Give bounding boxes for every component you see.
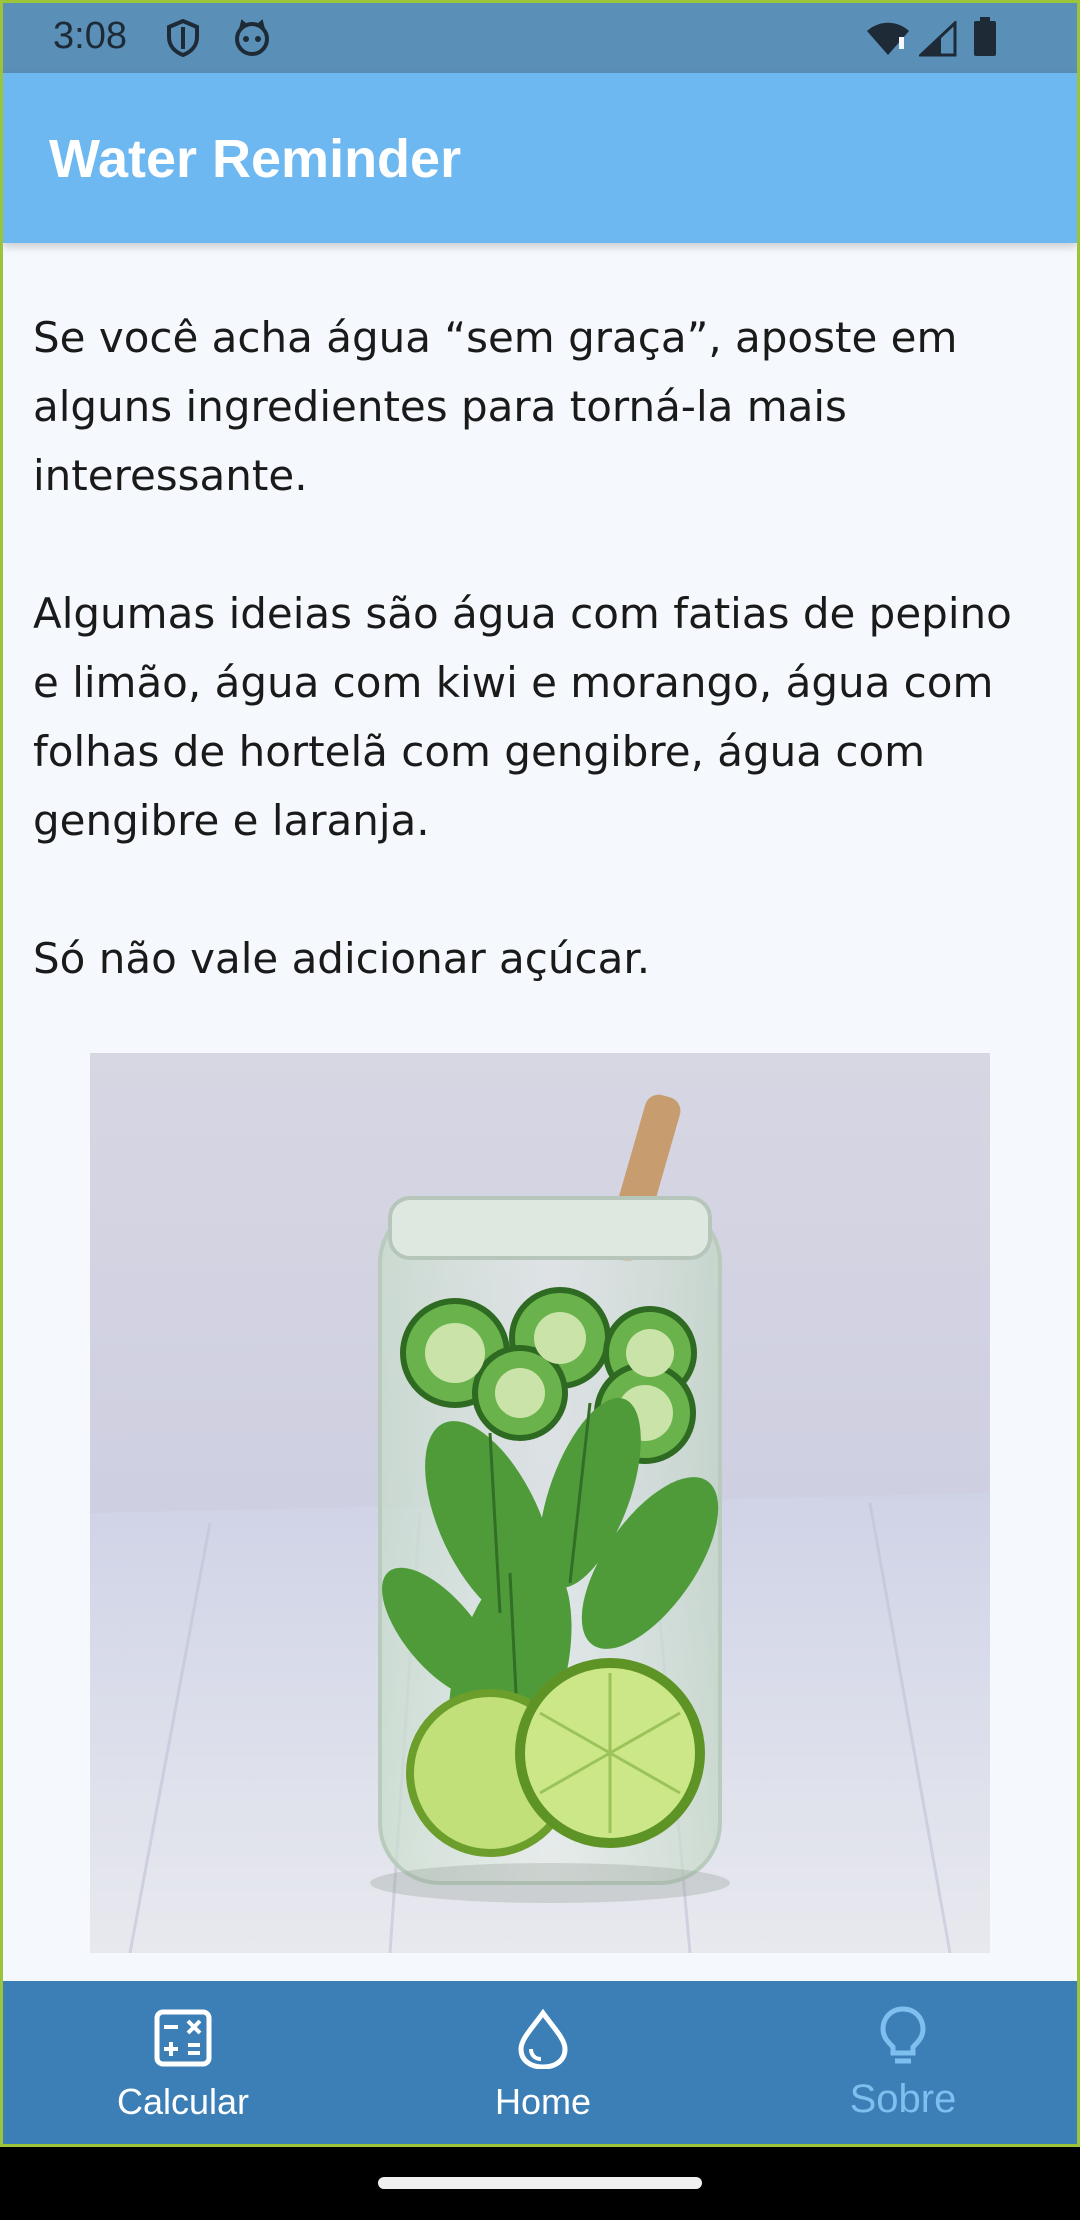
wifi-icon: [865, 21, 911, 61]
calculator-icon: [154, 2009, 212, 2071]
gesture-navigation-bar[interactable]: [378, 2177, 702, 2189]
shield-icon: [165, 18, 201, 61]
bottom-navigation: Calcular Home Sobre: [3, 1981, 1077, 2144]
cell-signal-icon: [917, 19, 957, 61]
nav-item-sobre[interactable]: Sobre: [723, 1981, 1077, 2144]
status-time: 3:08: [53, 15, 127, 57]
nav-label-sobre: Sobre: [849, 2077, 957, 2121]
water-drop-icon: [517, 2008, 569, 2073]
tip-paragraph: Algumas ideias são água com fatias de pe…: [33, 589, 1012, 845]
tips-content: Se você acha água “sem graça”, aposte em…: [33, 303, 1043, 1062]
infused-water-photo: [90, 1053, 990, 1953]
lightbulb-icon: [879, 2005, 927, 2071]
tip-paragraph: Se você acha água “sem graça”, aposte em…: [33, 313, 958, 500]
nav-label-home: Home: [494, 2081, 592, 2122]
cat-face-icon: [233, 19, 271, 61]
battery-icon: [973, 17, 997, 61]
nav-item-home[interactable]: Home: [363, 1981, 723, 2144]
app-title: Water Reminder: [49, 129, 462, 189]
nav-item-calcular[interactable]: Calcular: [3, 1981, 363, 2144]
app-bar: Water Reminder: [3, 73, 1077, 243]
status-bar: 3:08: [3, 3, 1077, 73]
app-screen: 3:08 Water Reminder Se você acha água “s…: [0, 0, 1080, 2147]
tip-paragraph: Só não vale adicionar açúcar.: [33, 934, 651, 983]
nav-label-calcular: Calcular: [116, 2081, 250, 2122]
